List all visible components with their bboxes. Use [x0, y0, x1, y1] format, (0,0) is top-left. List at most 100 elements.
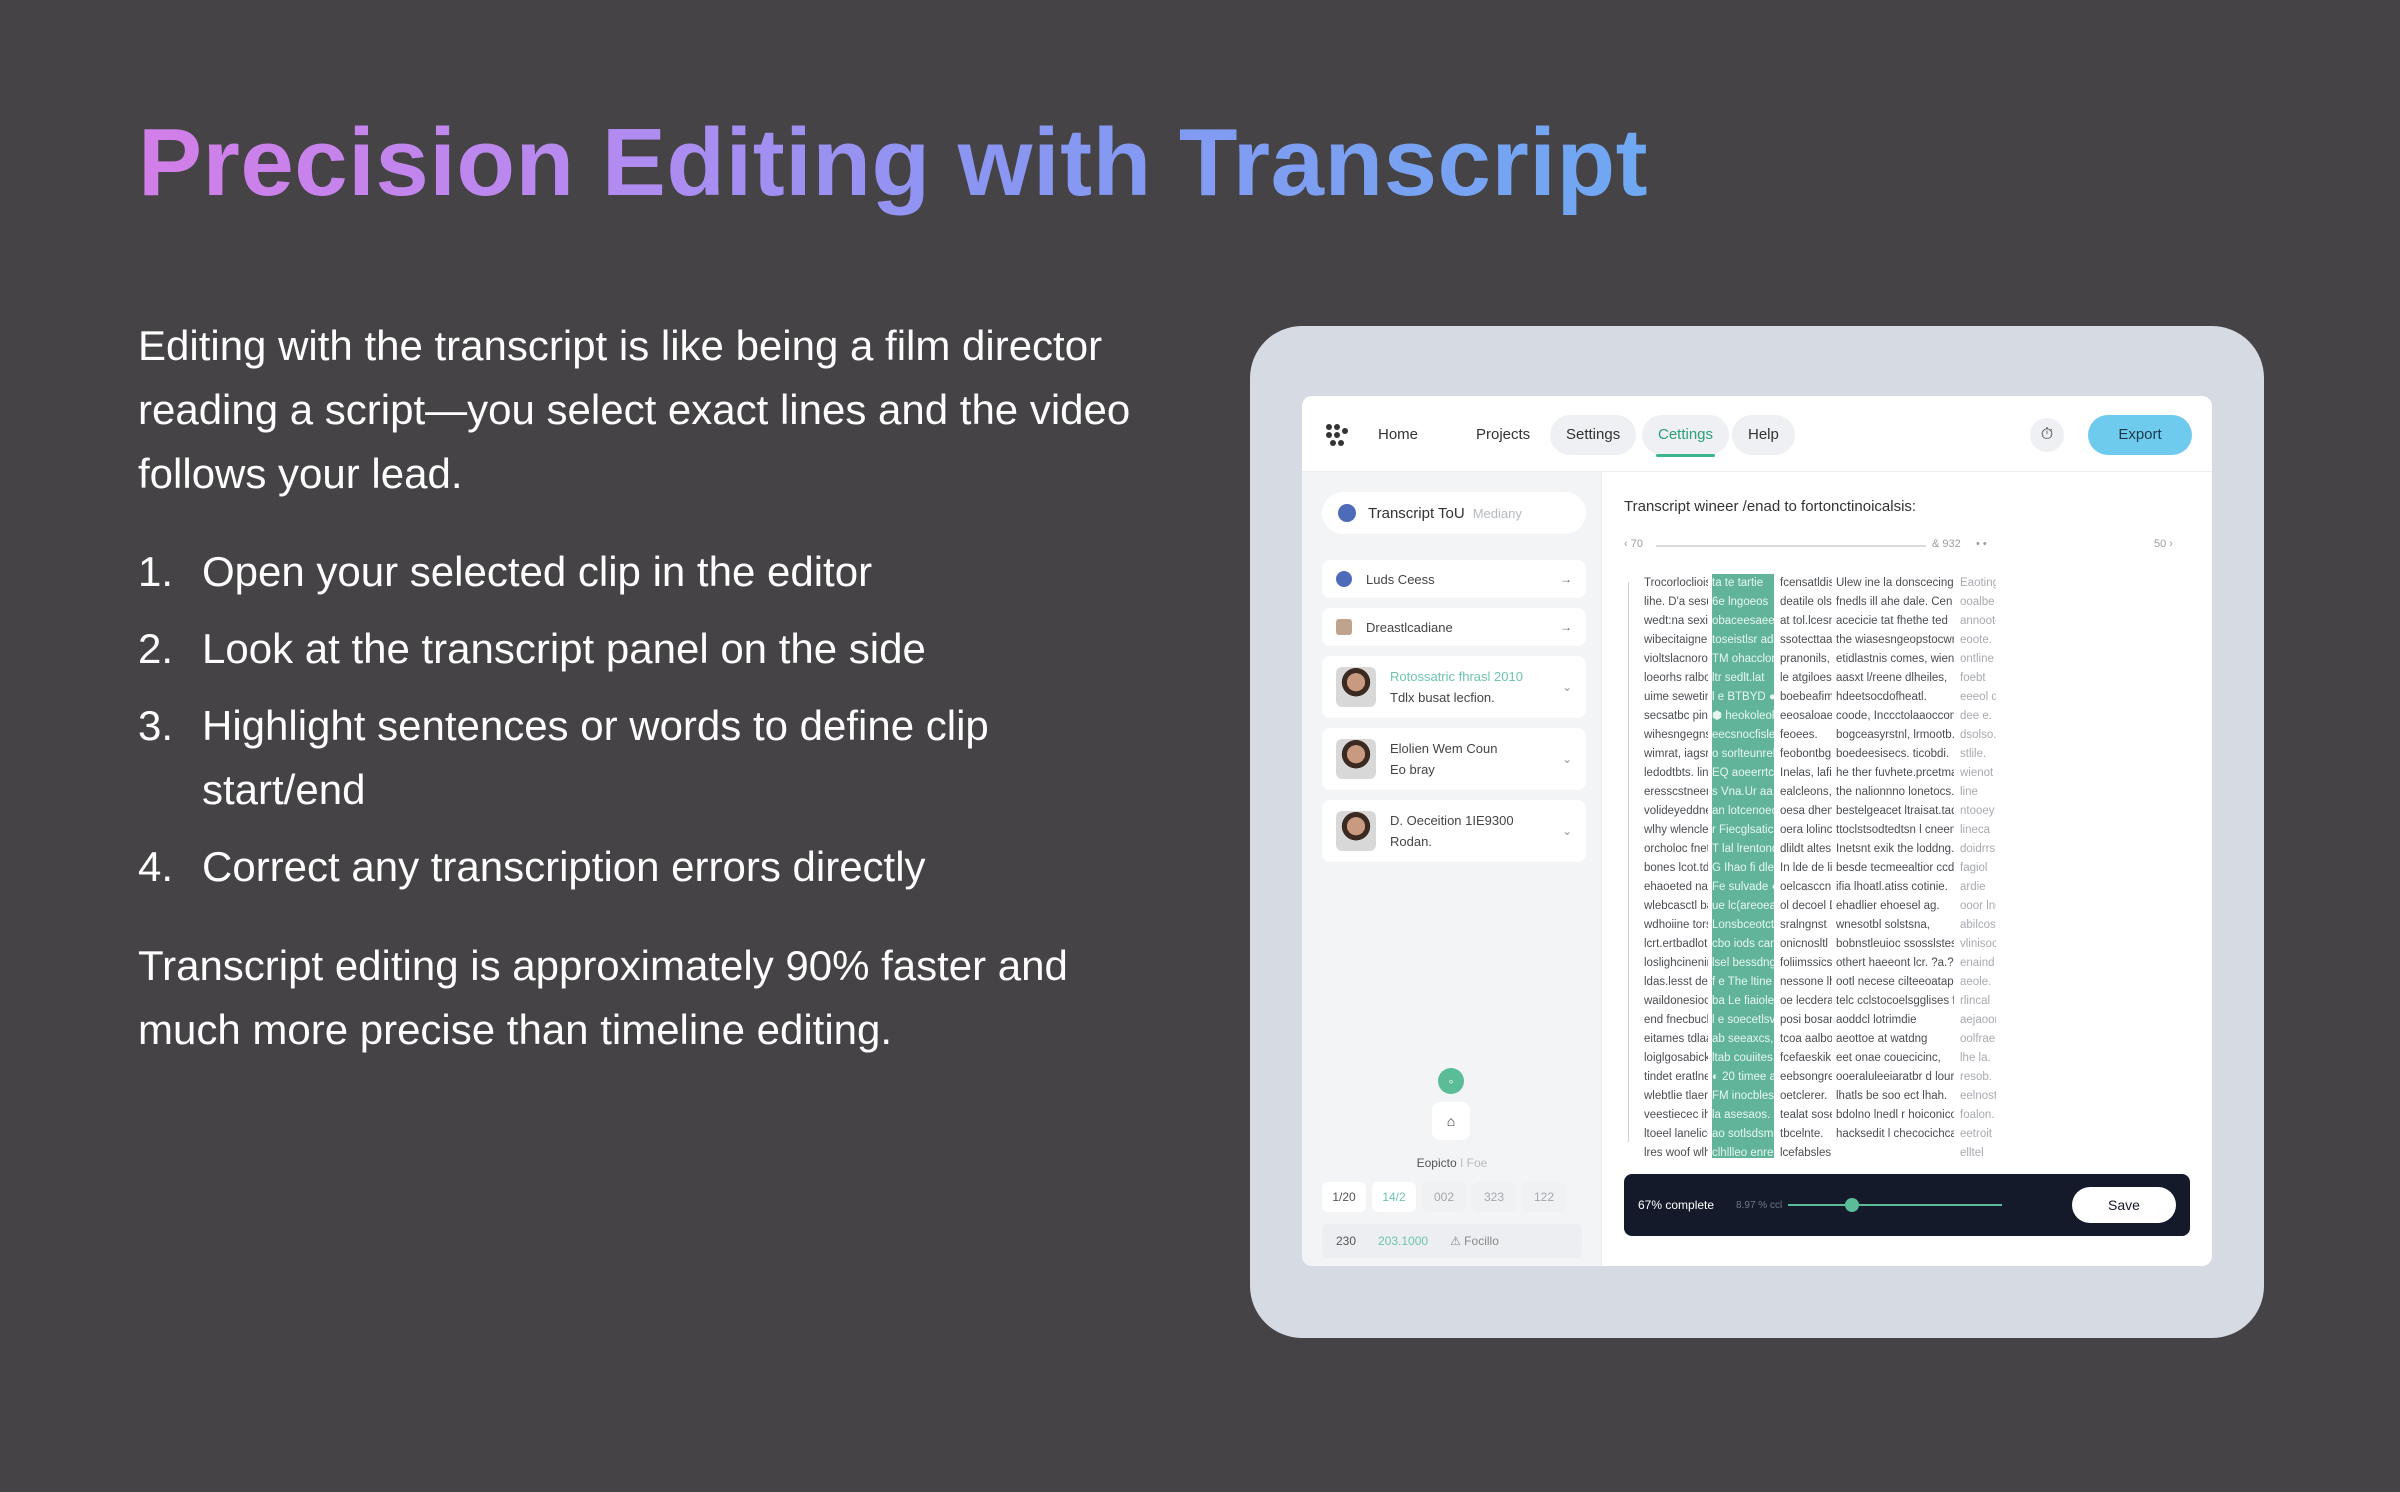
transcript-line[interactable]: fcefaeskik: [1780, 1049, 1832, 1068]
transcript-line[interactable]: ◐ 20 timee a: [1712, 1068, 1774, 1087]
transcript-line[interactable]: clhllleo enre: [1712, 1144, 1774, 1158]
transcript-line[interactable]: abilcos: [1960, 916, 1996, 935]
transcript-line[interactable]: ooalbe: [1960, 593, 1996, 612]
transcript-line[interactable]: Lonsbceotcts: [1712, 916, 1774, 935]
transcript-line[interactable]: ⬢ heokoleol: [1712, 707, 1774, 726]
transcript-line[interactable]: o sorlteunrel: [1712, 745, 1774, 764]
transcript-line[interactable]: eet onae couecicinc,: [1836, 1049, 1954, 1068]
transcript-line[interactable]: oe lecdera.: [1780, 992, 1832, 1011]
transcript-line[interactable]: wlebcasctl babo: [1644, 897, 1708, 916]
transcript-line[interactable]: oera lolinc ?: [1780, 821, 1832, 840]
transcript-text[interactable]: Trocorlocliois lihe. D'a sesu wedt:na sexi…: [1624, 574, 2194, 1158]
transcript-line[interactable]: tealat sose ?: [1780, 1106, 1832, 1125]
transcript-line[interactable]: pranonils,: [1780, 650, 1832, 669]
transcript-line[interactable]: boebeafim: [1780, 688, 1832, 707]
transcript-line[interactable]: boedeesisecs. ticobdi.: [1836, 745, 1954, 764]
nav-projects[interactable]: Projects: [1460, 415, 1546, 455]
export-button[interactable]: Export: [2088, 415, 2192, 455]
transcript-line[interactable]: ealcleons,: [1780, 783, 1832, 802]
transcript-line[interactable]: foebt: [1960, 669, 1996, 688]
transcript-line[interactable]: othert haeeont lcr. ?a.?: [1836, 954, 1954, 973]
transcript-line[interactable]: lres woof wlhe: [1644, 1144, 1708, 1158]
transcript-line[interactable]: telc cclstocoelsgglises fief 8.: [1836, 992, 1954, 1011]
transcript-line[interactable]: hdeetsocdofheatl.: [1836, 688, 1954, 707]
transcript-line[interactable]: waildonesioco: [1644, 992, 1708, 1011]
progress-track[interactable]: [1788, 1198, 2003, 1212]
transcript-line[interactable]: loiglgosabicking,: [1644, 1049, 1708, 1068]
transcript-line[interactable]: tcoa aalbos: [1780, 1030, 1832, 1049]
transcript-line[interactable]: ol decoel D: [1780, 897, 1832, 916]
scrubber[interactable]: ‹ 70 & 932 • • 50 ›: [1624, 536, 2192, 556]
sidebar-row[interactable]: Dreastlcadiane →: [1322, 608, 1586, 646]
transcript-line[interactable]: lihe. D'a sesu: [1644, 593, 1708, 612]
transcript-line[interactable]: foliimssics.: [1780, 954, 1832, 973]
transcript-tab[interactable]: Transcript ToU Mediany: [1322, 492, 1586, 534]
transcript-line[interactable]: la asesaos.: [1712, 1106, 1774, 1125]
transcript-line[interactable]: lineca: [1960, 821, 1996, 840]
transcript-line[interactable]: FM inocbless: [1712, 1087, 1774, 1106]
transcript-line[interactable]: lcefabsles S: [1780, 1144, 1832, 1158]
transcript-line[interactable]: elltel: [1960, 1144, 1996, 1158]
transcript-line[interactable]: rlincal: [1960, 992, 1996, 1011]
transcript-line[interactable]: coode, Inccctolaaoccone ♡: [1836, 707, 1954, 726]
transcript-line[interactable]: bones lcot.tds: [1644, 859, 1708, 878]
transcript-line[interactable]: orcholoc fnet: [1644, 840, 1708, 859]
transcript-line[interactable]: ssotecttaate: [1780, 631, 1832, 650]
transcript-line[interactable]: oolfrae: [1960, 1030, 1996, 1049]
transcript-line[interactable]: violtslacnoro: [1644, 650, 1708, 669]
transcript-line[interactable]: aejaoort: [1960, 1011, 1996, 1030]
transcript-line[interactable]: ooor lne: [1960, 897, 1996, 916]
transcript-line[interactable]: volideyeddnedt: [1644, 802, 1708, 821]
transcript-line[interactable]: fnedls ill ahe dale. Cen: [1836, 593, 1954, 612]
transcript-line[interactable]: ttoclstsodtedtsn l cneenec ?: [1836, 821, 1954, 840]
transcript-line[interactable]: eeeol dt: [1960, 688, 1996, 707]
transcript-line[interactable]: an lotcenoeoe: [1712, 802, 1774, 821]
transcript-line[interactable]: ontline: [1960, 650, 1996, 669]
transcript-line[interactable]: wlebtlie tlaens.: [1644, 1087, 1708, 1106]
transcript-line[interactable]: Fe sulvade ●: [1712, 878, 1774, 897]
transcript-line[interactable]: posi bosang: [1780, 1011, 1832, 1030]
transcript-line[interactable]: lhatls be soo ect lhah.: [1836, 1087, 1954, 1106]
transcript-line[interactable]: dlildt altes,: [1780, 840, 1832, 859]
chip[interactable]: 1/20: [1322, 1182, 1366, 1212]
transcript-line[interactable]: oesa dhenel: [1780, 802, 1832, 821]
chip[interactable]: 323: [1472, 1182, 1516, 1212]
transcript-line[interactable]: foalon.: [1960, 1106, 1996, 1125]
speaker-item[interactable]: Rotossatric fhrasl 2010 Tdlx busat lecfio…: [1322, 656, 1586, 718]
transcript-line[interactable]: feoees.: [1780, 726, 1832, 745]
transcript-line[interactable]: l e soecetlsv: [1712, 1011, 1774, 1030]
transcript-line[interactable]: ledodtbts. ling: [1644, 764, 1708, 783]
transcript-line[interactable]: wnesotbl solstsna,: [1836, 916, 1954, 935]
transcript-line[interactable]: le atgiloes.: [1780, 669, 1832, 688]
media-icon[interactable]: ⌂: [1432, 1102, 1470, 1140]
transcript-line[interactable]: oetclerer.: [1780, 1087, 1832, 1106]
chip[interactable]: 002: [1422, 1182, 1466, 1212]
transcript-line[interactable]: eeosaloaelg: [1780, 707, 1832, 726]
transcript-line[interactable]: Inelas, lafior: [1780, 764, 1832, 783]
nav-settings[interactable]: Settings: [1550, 415, 1637, 455]
progress-knob[interactable]: [1845, 1198, 1860, 1212]
timer-icon[interactable]: ⏱: [2030, 418, 2064, 452]
transcript-line[interactable]: ltr sedlt.lat: [1712, 669, 1774, 688]
transcript-line[interactable]: besde tecmeealtior ccde: [1836, 859, 1954, 878]
transcript-line[interactable]: etidlastnis comes, wienrd D: [1836, 650, 1954, 669]
chip[interactable]: 122: [1522, 1182, 1566, 1212]
transcript-line[interactable]: ootl necese cilteeoatap: [1836, 973, 1954, 992]
transcript-line[interactable]: dsolso.: [1960, 726, 1996, 745]
transcript-line[interactable]: eebsongrecs.: [1780, 1068, 1832, 1087]
transcript-line[interactable]: ifia lhoatl.atiss cotinie.: [1836, 878, 1954, 897]
transcript-line[interactable]: nessone lh.: [1780, 973, 1832, 992]
transcript-line[interactable]: ehaoeted naduo: [1644, 878, 1708, 897]
transcript-line[interactable]: Ulew ine la donscecing vi: [1836, 574, 1954, 593]
nav-cettings[interactable]: Cettings: [1642, 415, 1730, 457]
save-button[interactable]: Save: [2072, 1187, 2176, 1223]
transcript-line[interactable]: ue lc(areoeal: [1712, 897, 1774, 916]
transcript-line[interactable]: tbcelnte.: [1780, 1125, 1832, 1144]
transcript-line[interactable]: dee e.: [1960, 707, 1996, 726]
transcript-line[interactable]: ardie: [1960, 878, 1996, 897]
transcript-line[interactable]: bdolno lnedl r hoiconico.: [1836, 1106, 1954, 1125]
speaker-item[interactable]: Elolien Wem Coun Eo bray ⌄: [1322, 728, 1586, 790]
transcript-line[interactable]: s Vna.Ur aa: [1712, 783, 1774, 802]
speaker-item[interactable]: D. Oeceition 1IE9300 Rodan. ⌄: [1322, 800, 1586, 862]
transcript-line[interactable]: loeorhs ralbce: [1644, 669, 1708, 688]
